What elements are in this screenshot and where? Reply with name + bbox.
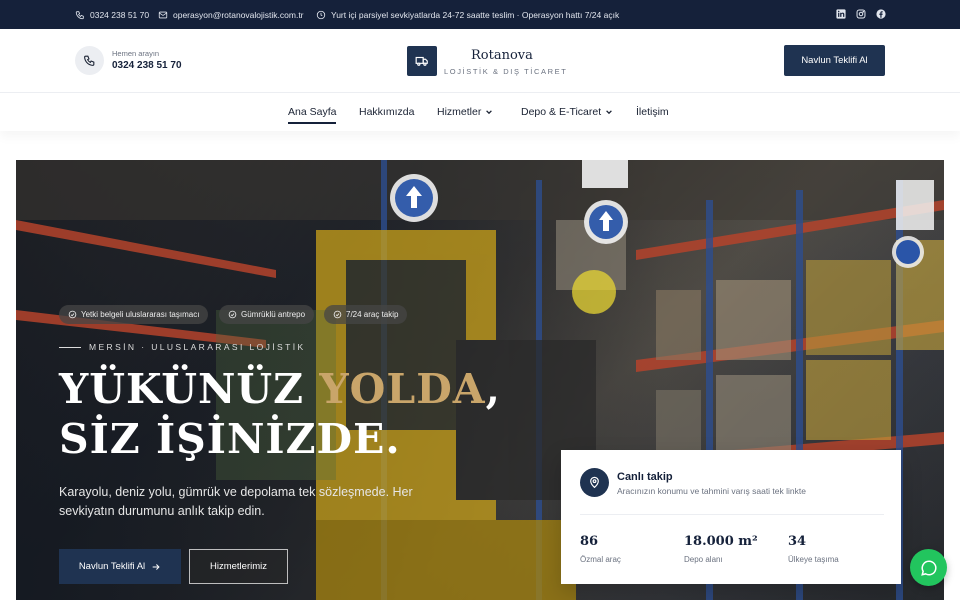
check-circle-icon: [228, 310, 237, 319]
stat-value: 34: [788, 534, 807, 549]
brand-name[interactable]: Rotanova: [471, 48, 533, 63]
topbar-email-text: operasyon@rotanovalojistik.com.tr: [173, 9, 304, 20]
nav-item-home[interactable]: Ana Sayfa: [288, 93, 337, 131]
chevron-down-icon: [606, 110, 612, 115]
check-circle-icon: [68, 310, 77, 319]
location-pin-icon: [580, 468, 609, 497]
arrow-right-icon: [152, 563, 160, 570]
nav-item-services[interactable]: Hizmetler: [437, 93, 493, 131]
hero-eyebrow: MERSİN · ULUSLARARASI LOJİSTİK: [59, 342, 306, 352]
card-divider: [580, 514, 884, 515]
clock-icon: [316, 10, 326, 19]
nav-item-label: Hakkımızda: [359, 106, 415, 118]
hero-quote-button[interactable]: Navlun Teklifi Al: [59, 549, 181, 584]
phone-icon: [75, 10, 84, 19]
chat-bubble-icon: [920, 559, 937, 576]
nav-item-label: Ana Sayfa: [288, 106, 337, 118]
header-phone-button[interactable]: [75, 46, 104, 75]
hero-badge: Yetki belgeli uluslararası taşımacı: [59, 305, 209, 324]
topbar-notice: Yurt içi parsiyel sevkiyatlarda 24-72 sa…: [316, 0, 619, 29]
chevron-down-icon: [486, 110, 493, 115]
site-header: Hemen arayın 0324 238 51 70 Rotanova LOJ…: [0, 29, 960, 93]
nav-item-warehouse[interactable]: Depo & E-Ticaret: [521, 93, 613, 131]
nav-item-label: İletişim: [636, 106, 669, 118]
logo-mark[interactable]: [407, 46, 437, 76]
nav-item-label: Depo & E-Ticaret: [521, 106, 602, 118]
stat-value: 86: [580, 534, 599, 549]
card-title: Canlı takip: [617, 471, 673, 483]
topbar-phone-text: 0324 238 51 70: [90, 9, 150, 20]
hero-services-button[interactable]: Hizmetlerimiz: [189, 549, 288, 584]
hero-headline-line2: SİZ İŞİNİZDE.: [59, 415, 401, 463]
live-tracking-card: Canlı takip Aracınızın konumu ve tahmini…: [561, 450, 901, 584]
mail-icon: [158, 11, 168, 18]
stat-value: 18.000 m²: [684, 534, 758, 549]
hero-subtext: Karayolu, deniz yolu, gümrük ve depolama…: [59, 485, 413, 518]
instagram-icon[interactable]: [856, 9, 866, 19]
headline-comma: ,: [485, 365, 501, 413]
hero-badge-label: Gümrüklü antrepo: [241, 310, 306, 319]
hero-eyebrow-text: MERSİN · ULUSLARARASI LOJİSTİK: [89, 342, 306, 352]
hero-badge: Gümrüklü antrepo: [219, 305, 315, 324]
nav-item-about[interactable]: Hakkımızda: [359, 93, 414, 131]
hero-quote-button-label: Navlun Teklifi Al: [78, 561, 146, 572]
topbar-notice-text: Yurt içi parsiyel sevkiyatlarda 24-72 sa…: [331, 9, 620, 20]
top-bar: 0324 238 51 70 operasyon@rotanovalojisti…: [0, 0, 960, 29]
linkedin-icon[interactable]: [836, 9, 846, 19]
hero-badge: 7/24 araç takip: [324, 305, 408, 324]
check-circle-icon: [333, 310, 342, 319]
hero-badge-label: 7/24 araç takip: [346, 310, 399, 319]
stat-label: Özmal araç: [580, 555, 621, 564]
stat-label: Ülkeye taşıma: [788, 555, 839, 564]
main-nav: Ana Sayfa Hakkımızda Hizmetler Depo & E-…: [0, 93, 960, 131]
eyebrow-divider: [59, 346, 81, 348]
whatsapp-chat-button[interactable]: [910, 549, 947, 586]
header-quote-button[interactable]: Navlun Teklifi Al: [784, 45, 885, 76]
hero-headline-line1: YÜKÜNÜZ YOLDA,: [59, 365, 501, 413]
headline-word: YÜKÜNÜZ: [59, 365, 305, 413]
topbar-phone[interactable]: 0324 238 51 70: [75, 0, 149, 29]
headline-accent-word: YOLDA: [319, 365, 486, 413]
nav-item-label: Hizmetler: [437, 106, 482, 118]
phone-icon: [84, 55, 95, 66]
brand-tagline: LOJİSTİK & DIŞ TİCARET: [444, 67, 568, 76]
topbar-email[interactable]: operasyon@rotanovalojistik.com.tr: [158, 0, 304, 29]
header-phone-label: Hemen arayın: [112, 49, 160, 58]
truck-icon: [415, 56, 428, 66]
facebook-icon[interactable]: [876, 9, 886, 19]
header-phone-number[interactable]: 0324 238 51 70: [112, 60, 182, 71]
card-subtitle: Aracınızın konumu ve tahmini varış saati…: [617, 486, 806, 496]
nav-item-contact[interactable]: İletişim: [636, 93, 669, 131]
stat-label: Depo alanı: [684, 555, 723, 564]
hero-badge-label: Yetki belgeli uluslararası taşımacı: [81, 310, 200, 319]
